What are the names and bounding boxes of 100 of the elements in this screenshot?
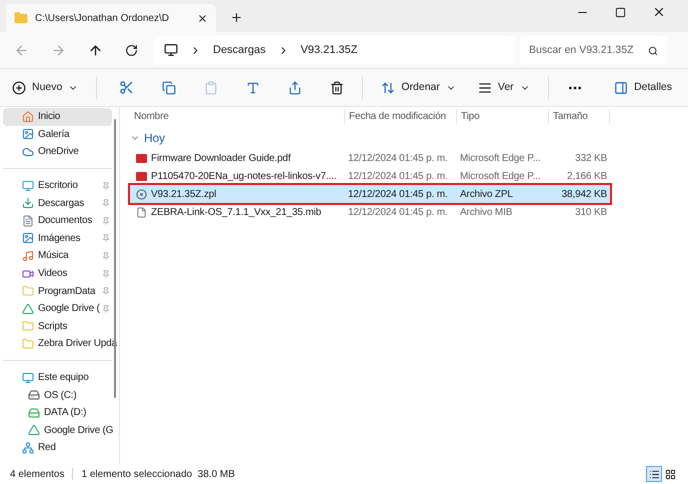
search-field[interactable]: Buscar en V93.21.35Z — [520, 36, 666, 64]
selection-status: 1 elemento seleccionado 38.0 MB — [81, 468, 235, 482]
picture-icon — [22, 232, 34, 244]
triangle-icon — [22, 302, 34, 315]
file-row[interactable]: V93.21.35Z.zpl 12/12/2024 01:45 p. m. Archivo ZPL 38,942 KB — [130, 185, 610, 203]
monitor-icon — [164, 43, 178, 57]
triangle-icon — [28, 424, 40, 436]
breadcrumb[interactable]: Descargas — [213, 42, 266, 58]
plus-icon — [12, 80, 26, 94]
sidebar-label: Scripts — [38, 320, 68, 334]
sort-button[interactable]: Ordenar — [381, 80, 456, 96]
pdf-icon — [136, 172, 147, 180]
up-icon[interactable] — [88, 42, 103, 58]
sidebar-item[interactable]: ProgramData — [3, 282, 112, 300]
tab-title: C:\Users\Jonathan Ordonez\D — [35, 12, 169, 26]
folder-icon — [14, 11, 28, 25]
sidebar-item[interactable]: DATA (D:) — [3, 404, 112, 422]
sidebar-label: Este equipo — [38, 371, 89, 386]
address-bar[interactable]: Descargas V93.21.35Z — [154, 36, 514, 64]
type-cell-text: Microsoft Edge P... — [459, 152, 542, 166]
date-cell-text: 12/12/2024 01:45 p. m. — [347, 170, 449, 184]
sidebar-item[interactable]: Videos — [3, 264, 112, 282]
network-icon — [22, 442, 34, 454]
delete-icon[interactable] — [330, 80, 344, 94]
new-button[interactable]: Nuevo — [12, 80, 78, 96]
sidebar-label: OneDrive — [38, 145, 79, 160]
sidebar-label: ProgramData — [38, 284, 96, 299]
lines-icon — [478, 80, 492, 94]
file-name: P1105470-20ENa_ug-notes-rel-linkos-v7.... — [151, 170, 336, 184]
column-header[interactable]: Nombre — [130, 108, 344, 124]
share-icon[interactable] — [288, 80, 302, 94]
sidebar-label: Descargas — [38, 196, 84, 211]
sidebar-item[interactable]: Google Drive (G — [3, 422, 112, 440]
sidebar-item[interactable]: Red — [3, 439, 112, 457]
type-cell-text: Archivo ZPL — [459, 188, 514, 202]
file-row[interactable]: ZEBRA-Link-OS_7.1.1_Vxx_21_35.mib 12/12/2024 01:45 p. m. Archivo MIB 310 KB — [130, 203, 610, 221]
home-icon — [22, 110, 34, 123]
item-count: 4 elementos — [10, 468, 64, 482]
cloud-icon — [22, 146, 34, 158]
group-header[interactable]: Hoy — [144, 129, 165, 147]
new-tab-icon[interactable] — [230, 11, 243, 24]
sidebar-label: DATA (D:) — [44, 406, 86, 420]
sidebar-item[interactable]: Google Drive ( — [3, 300, 112, 318]
sort-icon — [381, 80, 396, 94]
drive-icon — [28, 406, 40, 419]
sidebar-item[interactable]: OneDrive — [3, 143, 112, 161]
monitor-icon — [22, 180, 34, 192]
sidebar-item[interactable]: Imágenes — [3, 230, 112, 248]
sidebar-item[interactable]: Descargas — [3, 194, 112, 212]
breadcrumb[interactable]: V93.21.35Z — [300, 42, 358, 58]
sidebar-item[interactable]: Música — [3, 247, 112, 265]
panel-icon — [614, 80, 628, 94]
copy-icon[interactable] — [162, 80, 176, 94]
column-header[interactable]: Tipo — [456, 108, 548, 124]
scrollbar[interactable] — [114, 119, 116, 398]
sidebar-label: Google Drive ( — [38, 302, 100, 316]
cut-icon[interactable] — [119, 80, 134, 95]
folder-icon — [22, 320, 34, 332]
file-name: V93.21.35Z.zpl — [151, 188, 216, 202]
sidebar-label: Videos — [38, 267, 68, 282]
sidebar-item[interactable]: Este equipo — [3, 368, 112, 386]
close-icon[interactable] — [652, 5, 666, 19]
sidebar-item[interactable]: Inicio — [3, 108, 112, 126]
sidebar-item[interactable]: Galería — [3, 126, 112, 144]
close-icon[interactable] — [197, 12, 208, 24]
sidebar-item[interactable]: Escritorio — [3, 176, 112, 194]
monitor-icon — [22, 372, 34, 384]
folder-icon — [22, 285, 34, 298]
sidebar-label: Escritorio — [38, 179, 78, 194]
sidebar-item[interactable]: OS (C:) — [3, 386, 112, 404]
sidebar-item[interactable]: Documentos — [3, 212, 112, 230]
pdf-icon — [136, 154, 147, 162]
file-row[interactable]: P1105470-20ENa_ug-notes-rel-linkos-v7.... 12/12/2024 01:45 p. m. Microsoft Edge P... 2,166 KB — [130, 167, 610, 185]
rename-icon[interactable] — [246, 80, 260, 94]
sidebar-label: Imágenes — [38, 232, 80, 246]
maximize-icon[interactable] — [615, 6, 626, 18]
download-icon — [22, 197, 34, 210]
drive-icon — [28, 389, 40, 402]
sidebar-label: Galería — [38, 128, 70, 142]
details-view-button[interactable] — [646, 466, 662, 482]
sidebar-label: OS (C:) — [44, 388, 76, 403]
video-icon — [22, 268, 34, 280]
date-cell-text: 12/12/2024 01:45 p. m. — [347, 206, 449, 220]
sidebar-item[interactable]: Scripts — [3, 318, 112, 336]
details-button[interactable]: Detalles — [614, 80, 672, 96]
grid-icon — [664, 468, 676, 480]
view-button[interactable]: Ver — [478, 80, 530, 96]
date-cell-text: 12/12/2024 01:45 p. m. — [347, 188, 449, 202]
type-cell-text: Archivo MIB — [459, 206, 514, 220]
refresh-icon[interactable] — [125, 44, 138, 56]
sidebar-label: Red — [38, 441, 56, 456]
music-icon — [22, 250, 34, 262]
column-header[interactable]: Fecha de modificación — [344, 108, 456, 124]
file-row[interactable]: Firmware Downloader Guide.pdf 12/12/2024 01:45 p. m. Microsoft Edge P... 332 KB — [130, 149, 610, 167]
size-cell-text: 332 KB — [574, 152, 608, 166]
picture-icon — [22, 128, 34, 140]
window-tab[interactable]: C:\Users\Jonathan Ordonez\D — [6, 4, 216, 32]
file-name: Firmware Downloader Guide.pdf — [151, 152, 291, 166]
size-cell-text: 310 KB — [574, 206, 608, 220]
column-header[interactable]: Tamaño — [548, 108, 610, 124]
